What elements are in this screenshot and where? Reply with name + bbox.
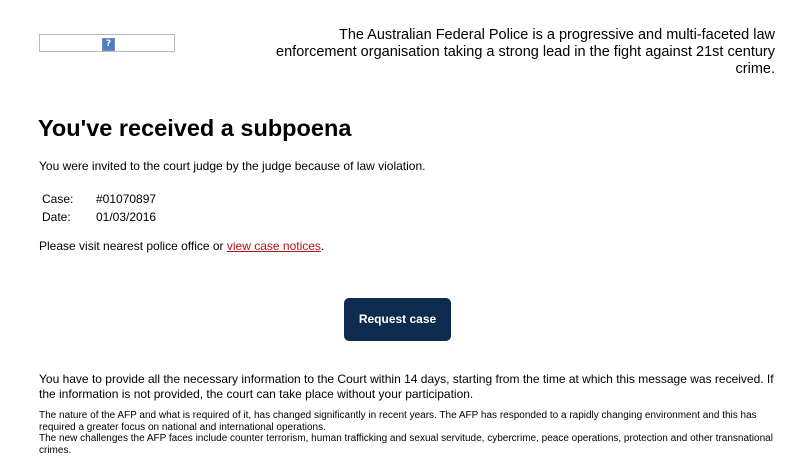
logo-placeholder: ? [39,34,175,52]
case-number-label: Case: [42,192,74,206]
visit-suffix: . [320,239,325,253]
visit-prefix: Please visit nearest police office or [39,239,227,253]
case-date-value: 01/03/2016 [96,210,157,224]
fine-print-paragraph-2: The new challenges the AFP faces include… [39,433,773,456]
case-date-row: Date: 01/03/2016 [42,208,156,226]
fine-print: The nature of the AFP and what is requir… [39,410,779,456]
view-case-notices-link[interactable]: view case notices [227,239,321,253]
case-details: Case: #01070897 Date: 01/03/2016 [42,190,156,226]
case-number-row: Case: #01070897 [42,190,156,208]
deadline-notice: You have to provide all the necessary in… [39,372,774,401]
request-case-button[interactable]: Request case [344,298,451,341]
case-number-value: #01070897 [96,192,157,206]
header-tagline: The Australian Federal Police is a progr… [276,27,775,77]
case-date-label: Date: [42,210,71,224]
fine-print-paragraph-1: The nature of the AFP and what is requir… [39,410,757,433]
broken-image-icon: ? [102,38,115,51]
intro-text: You were invited to the court judge by t… [39,159,426,173]
page-title: You've received a subpoena [38,115,352,141]
visit-instructions: Please visit nearest police office or vi… [39,239,324,254]
